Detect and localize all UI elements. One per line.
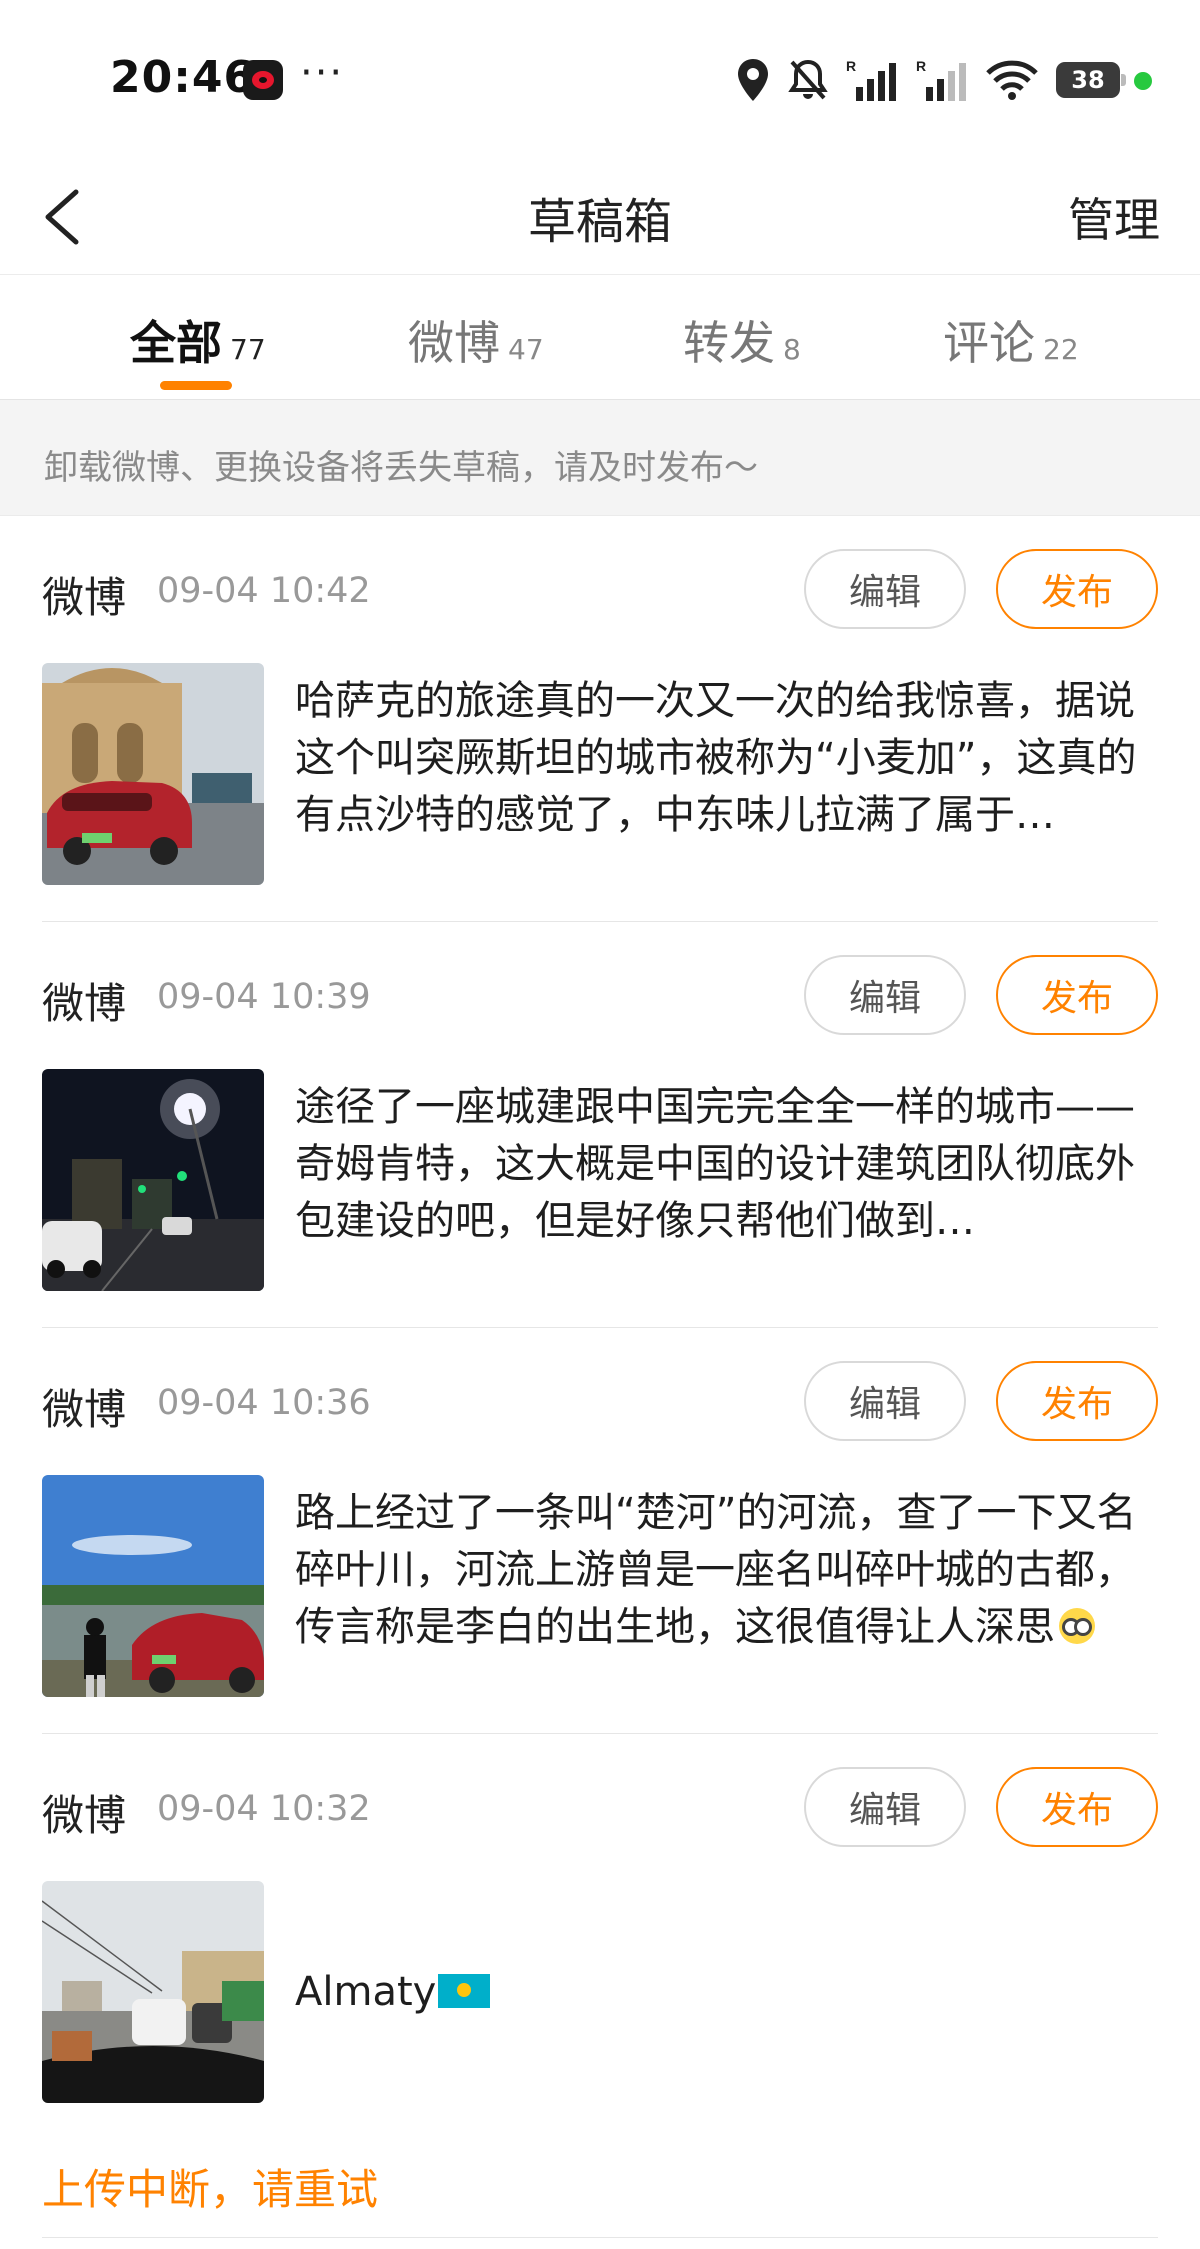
thumbnail-image: [42, 1881, 264, 2103]
svg-text:R: R: [846, 58, 856, 74]
draft-text: 途径了一座城建跟中国完完全全一样的城市——奇姆肯特，这大概是中国的设计建筑团队彻…: [295, 1084, 1135, 1244]
draft-text-content: 路上经过了一条叫“楚河”的河流，查了一下又名碎叶川，河流上游曾是一座名叫碎叶城的…: [295, 1490, 1137, 1650]
page-title: 草稿箱: [527, 194, 672, 250]
weibo-app-icon: [243, 60, 283, 100]
thumbnail-image: [42, 663, 264, 885]
status-bar: 20:46 ··· R R 38: [0, 0, 1200, 160]
divider: [42, 2237, 1158, 2238]
tab-count: 47: [508, 333, 544, 366]
thumbnail-image: [42, 1475, 264, 1697]
publish-button[interactable]: 发布: [996, 955, 1158, 1035]
location-icon: [738, 59, 768, 101]
tab-label: 微博: [408, 316, 500, 370]
divider: [42, 1733, 1158, 1734]
draft-thumbnail[interactable]: [42, 1881, 264, 2103]
tab-comment[interactable]: 评论 22: [943, 307, 1079, 370]
draft-thumbnail[interactable]: [42, 1069, 264, 1291]
draft-thumbnail[interactable]: [42, 1475, 264, 1697]
draft-text: Almaty: [295, 1964, 1165, 2021]
thinking-glasses-emoji-icon: [1059, 1608, 1095, 1644]
draft-time: 09-04 10:36: [157, 1383, 371, 1423]
draft-type: 微博: [42, 1791, 127, 1840]
publish-button[interactable]: 发布: [996, 1361, 1158, 1441]
tab-count: 8: [783, 333, 801, 366]
publish-button[interactable]: 发布: [996, 1767, 1158, 1847]
active-tab-indicator: [160, 381, 232, 390]
draft-text: 路上经过了一条叫“楚河”的河流，查了一下又名碎叶川，河流上游曾是一座名叫碎叶城的…: [295, 1485, 1165, 1656]
notice-text: 卸载微博、更换设备将丢失草稿，请及时发布～: [44, 448, 758, 488]
draft-time: 09-04 10:42: [157, 571, 371, 611]
edit-button[interactable]: 编辑: [804, 955, 966, 1035]
draft-type: 微博: [42, 979, 127, 1028]
privacy-indicator-dot: [1134, 72, 1152, 90]
draft-text: 哈萨克的旅途真的一次又一次的给我惊喜，据说这个叫突厥斯坦的城市被称为“小麦加”，…: [295, 678, 1137, 838]
draft-time: 09-04 10:32: [157, 1789, 371, 1829]
nav-bar: 草稿箱 管理: [0, 160, 1200, 275]
tab-weibo[interactable]: 微博 47: [408, 307, 544, 370]
edit-button[interactable]: 编辑: [804, 549, 966, 629]
draft-type: 微博: [42, 1385, 127, 1434]
thumbnail-image: [42, 1069, 264, 1291]
draft-type: 微博: [42, 573, 127, 622]
tab-count: 22: [1043, 333, 1079, 366]
status-icons: R R 38: [736, 56, 1126, 104]
notice-banner: 卸载微博、更换设备将丢失草稿，请及时发布～: [0, 400, 1200, 516]
tab-repost[interactable]: 转发 8: [683, 307, 801, 370]
publish-button[interactable]: 发布: [996, 549, 1158, 629]
more-notifications-icon: ···: [300, 50, 345, 96]
mute-bell-icon: [788, 59, 828, 100]
tab-count: 77: [230, 333, 266, 366]
draft-text-content: Almaty: [295, 1969, 437, 2015]
upload-error-retry[interactable]: 上传中断，请重试: [42, 2156, 378, 2217]
kazakhstan-flag-emoji-icon: [438, 1974, 491, 2008]
tab-all[interactable]: 全部 77: [130, 307, 266, 370]
divider: [42, 921, 1158, 922]
tab-label: 转发: [683, 316, 775, 370]
manage-button[interactable]: 管理: [1068, 184, 1160, 250]
battery-indicator: 38: [1056, 62, 1126, 98]
draft-thumbnail[interactable]: [42, 663, 264, 885]
wifi-icon: [986, 60, 1038, 100]
signal-r-icon: R: [916, 58, 966, 101]
tab-label: 全部: [130, 316, 222, 370]
divider: [42, 1327, 1158, 1328]
draft-time: 09-04 10:39: [157, 977, 371, 1017]
edit-button[interactable]: 编辑: [804, 1361, 966, 1441]
tab-bar: 全部 77 微博 47 转发 8 评论 22: [0, 275, 1200, 400]
tab-label: 评论: [943, 316, 1035, 370]
edit-button[interactable]: 编辑: [804, 1767, 966, 1847]
status-time: 20:46: [110, 52, 256, 103]
signal-r-icon: R: [846, 58, 896, 101]
svg-text:R: R: [916, 58, 926, 74]
